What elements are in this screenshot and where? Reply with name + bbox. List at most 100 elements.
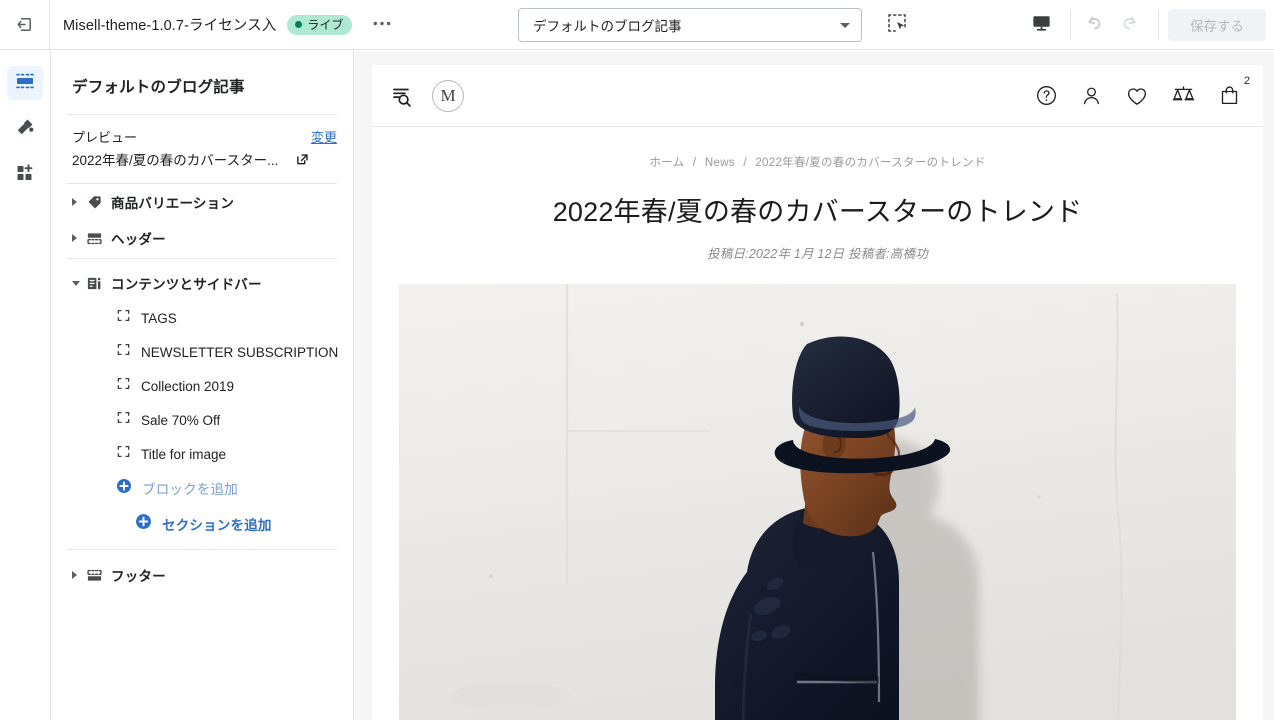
footer-layout-icon <box>86 567 111 584</box>
desktop-icon <box>1031 12 1052 38</box>
article-meta: 投稿日:2022年 1月 12日 投稿者:高橋功 <box>707 247 928 261</box>
marquee-select-tool-button[interactable] <box>880 8 914 42</box>
store-logo-letter: M <box>440 85 456 105</box>
block-item-tags[interactable]: TAGS <box>51 301 353 335</box>
hero-photo <box>399 284 1236 720</box>
section-tree: 商品バリエーション ヘッダー コンテンツとサイドバー TAGS NEWSLETT… <box>51 184 353 593</box>
preview-label: プレビュー <box>72 130 138 145</box>
compare-scales-icon[interactable] <box>1171 83 1196 108</box>
block-item-collection-2019[interactable]: Collection 2019 <box>51 369 353 403</box>
chevron-down-icon <box>840 22 850 28</box>
exit-editor-button[interactable] <box>0 0 50 49</box>
tree-item-label: コンテンツとサイドバー <box>111 277 262 292</box>
paint-roller-icon <box>14 116 36 143</box>
storefront-preview: M 2 ホーム / News / 2022年春/夏の春のカバースターのトレンド … <box>372 65 1263 720</box>
chevron-right-icon[interactable] <box>72 234 86 242</box>
undo-button[interactable] <box>1077 8 1111 42</box>
tree-item-product-variations[interactable]: 商品バリエーション <box>51 184 353 220</box>
page-selector-value: デフォルトのブログ記事 <box>533 19 682 34</box>
live-dot-icon <box>295 21 303 28</box>
tree-item-label: 商品バリエーション <box>111 196 235 211</box>
breadcrumb: ホーム / News / 2022年春/夏の春のカバースターのトレンド <box>372 154 1263 170</box>
rail-item-apps[interactable] <box>7 158 43 192</box>
breadcrumb-item-news[interactable]: News <box>705 157 735 169</box>
more-actions-button[interactable] <box>369 12 395 38</box>
block-brackets-icon <box>116 308 131 328</box>
block-brackets-icon <box>116 410 131 430</box>
exit-left-icon <box>15 15 34 34</box>
breadcrumb-separator: / <box>743 157 747 169</box>
desktop-preview-button[interactable] <box>1024 8 1058 42</box>
rail-item-sections[interactable] <box>7 66 43 100</box>
redo-icon <box>1120 13 1140 38</box>
tag-icon <box>86 194 111 211</box>
filter-search-icon[interactable] <box>390 83 416 109</box>
breadcrumb-separator: / <box>692 157 697 169</box>
sections-icon <box>14 70 36 97</box>
block-item-title-for-image[interactable]: Title for image <box>51 437 353 471</box>
wishlist-heart-icon[interactable] <box>1125 84 1149 108</box>
top-toolbar: Misell-theme-1.0.7-ライセンス入 ライブ デフォルトのブログ記… <box>0 0 1274 50</box>
tree-item-header[interactable]: ヘッダー <box>51 220 353 256</box>
account-person-icon[interactable] <box>1080 84 1103 107</box>
block-item-newsletter-subscription[interactable]: NEWSLETTER SUBSCRIPTION <box>51 335 353 369</box>
page-selector-dropdown[interactable]: デフォルトのブログ記事 <box>518 8 862 42</box>
block-brackets-icon <box>116 444 131 464</box>
tree-item-content-and-sidebar[interactable]: コンテンツとサイドバー <box>51 265 353 301</box>
left-icon-rail <box>0 50 51 720</box>
block-item-label: Title for image <box>141 446 227 462</box>
help-circle-icon[interactable] <box>1035 84 1058 107</box>
article-hero-image <box>399 284 1236 720</box>
marquee-select-icon <box>887 13 907 38</box>
sidebar-divider-3 <box>67 258 337 259</box>
theme-preview-area: M 2 ホーム / News / 2022年春/夏の春のカバースターのトレンド … <box>355 51 1274 720</box>
add-block-label: ブロックを追加 <box>142 482 238 497</box>
cart-count-badge: 2 <box>1243 75 1250 87</box>
plus-circle-icon <box>135 513 152 535</box>
block-item-label: Collection 2019 <box>141 378 235 394</box>
add-section-button[interactable]: セクションを追加 <box>51 507 353 541</box>
status-badge-label: ライブ <box>307 18 344 32</box>
block-brackets-icon <box>116 376 131 396</box>
preview-value: 2022年春/夏の春のカバースター... <box>72 153 279 168</box>
block-item-label: TAGS <box>141 310 177 326</box>
preview-change-link[interactable]: 変更 <box>311 127 337 146</box>
ellipsis-icon <box>373 17 391 26</box>
header-layout-icon <box>86 230 111 247</box>
chevron-right-icon[interactable] <box>72 198 86 206</box>
article-title: 2022年春/夏の春のカバースターのトレンド <box>552 197 1083 227</box>
toolbar-divider <box>1070 10 1071 40</box>
rail-item-theme-settings[interactable] <box>7 112 43 146</box>
content-sidebar-icon <box>86 275 111 292</box>
theme-name-label: Misell-theme-1.0.7-ライセンス入 <box>63 18 277 34</box>
undo-icon <box>1084 13 1104 38</box>
chevron-right-icon[interactable] <box>72 571 86 579</box>
breadcrumb-item-current: 2022年春/夏の春のカバースターのトレンド <box>755 157 986 169</box>
theme-editor-sidebar: デフォルトのブログ記事 プレビュー 変更 2022年春/夏の春のカバースター..… <box>51 50 354 720</box>
toolbar-divider-2 <box>1158 10 1159 40</box>
block-item-label: NEWSLETTER SUBSCRIPTION <box>141 344 339 360</box>
tree-item-footer[interactable]: フッター <box>51 557 353 593</box>
tree-item-label: ヘッダー <box>111 232 166 247</box>
page-title: デフォルトのブログ記事 <box>72 79 245 96</box>
store-logo[interactable]: M <box>432 79 464 112</box>
add-section-label: セクションを追加 <box>162 518 272 533</box>
add-block-button[interactable]: ブロックを追加 <box>51 471 353 505</box>
block-brackets-icon <box>116 342 131 362</box>
redo-button[interactable] <box>1113 8 1147 42</box>
chevron-down-icon[interactable] <box>72 280 86 286</box>
breadcrumb-item-home[interactable]: ホーム <box>649 157 684 169</box>
status-badge: ライブ <box>287 14 353 35</box>
save-button[interactable]: 保存する <box>1168 9 1266 41</box>
block-item-label: Sale 70% Off <box>141 412 221 428</box>
preview-block: プレビュー 変更 2022年春/夏の春のカバースター... <box>51 115 353 183</box>
storefront-header: M 2 <box>372 65 1263 127</box>
plus-circle-icon <box>116 478 132 499</box>
sidebar-divider-4 <box>67 549 337 550</box>
apps-grid-plus-icon <box>14 162 36 189</box>
external-link-icon[interactable] <box>296 153 309 166</box>
block-item-sale-70-off[interactable]: Sale 70% Off <box>51 403 353 437</box>
tree-item-label: フッター <box>111 569 166 584</box>
block-list: TAGS NEWSLETTER SUBSCRIPTION Collection … <box>51 301 353 505</box>
shopping-bag-icon[interactable]: 2 <box>1218 75 1250 107</box>
